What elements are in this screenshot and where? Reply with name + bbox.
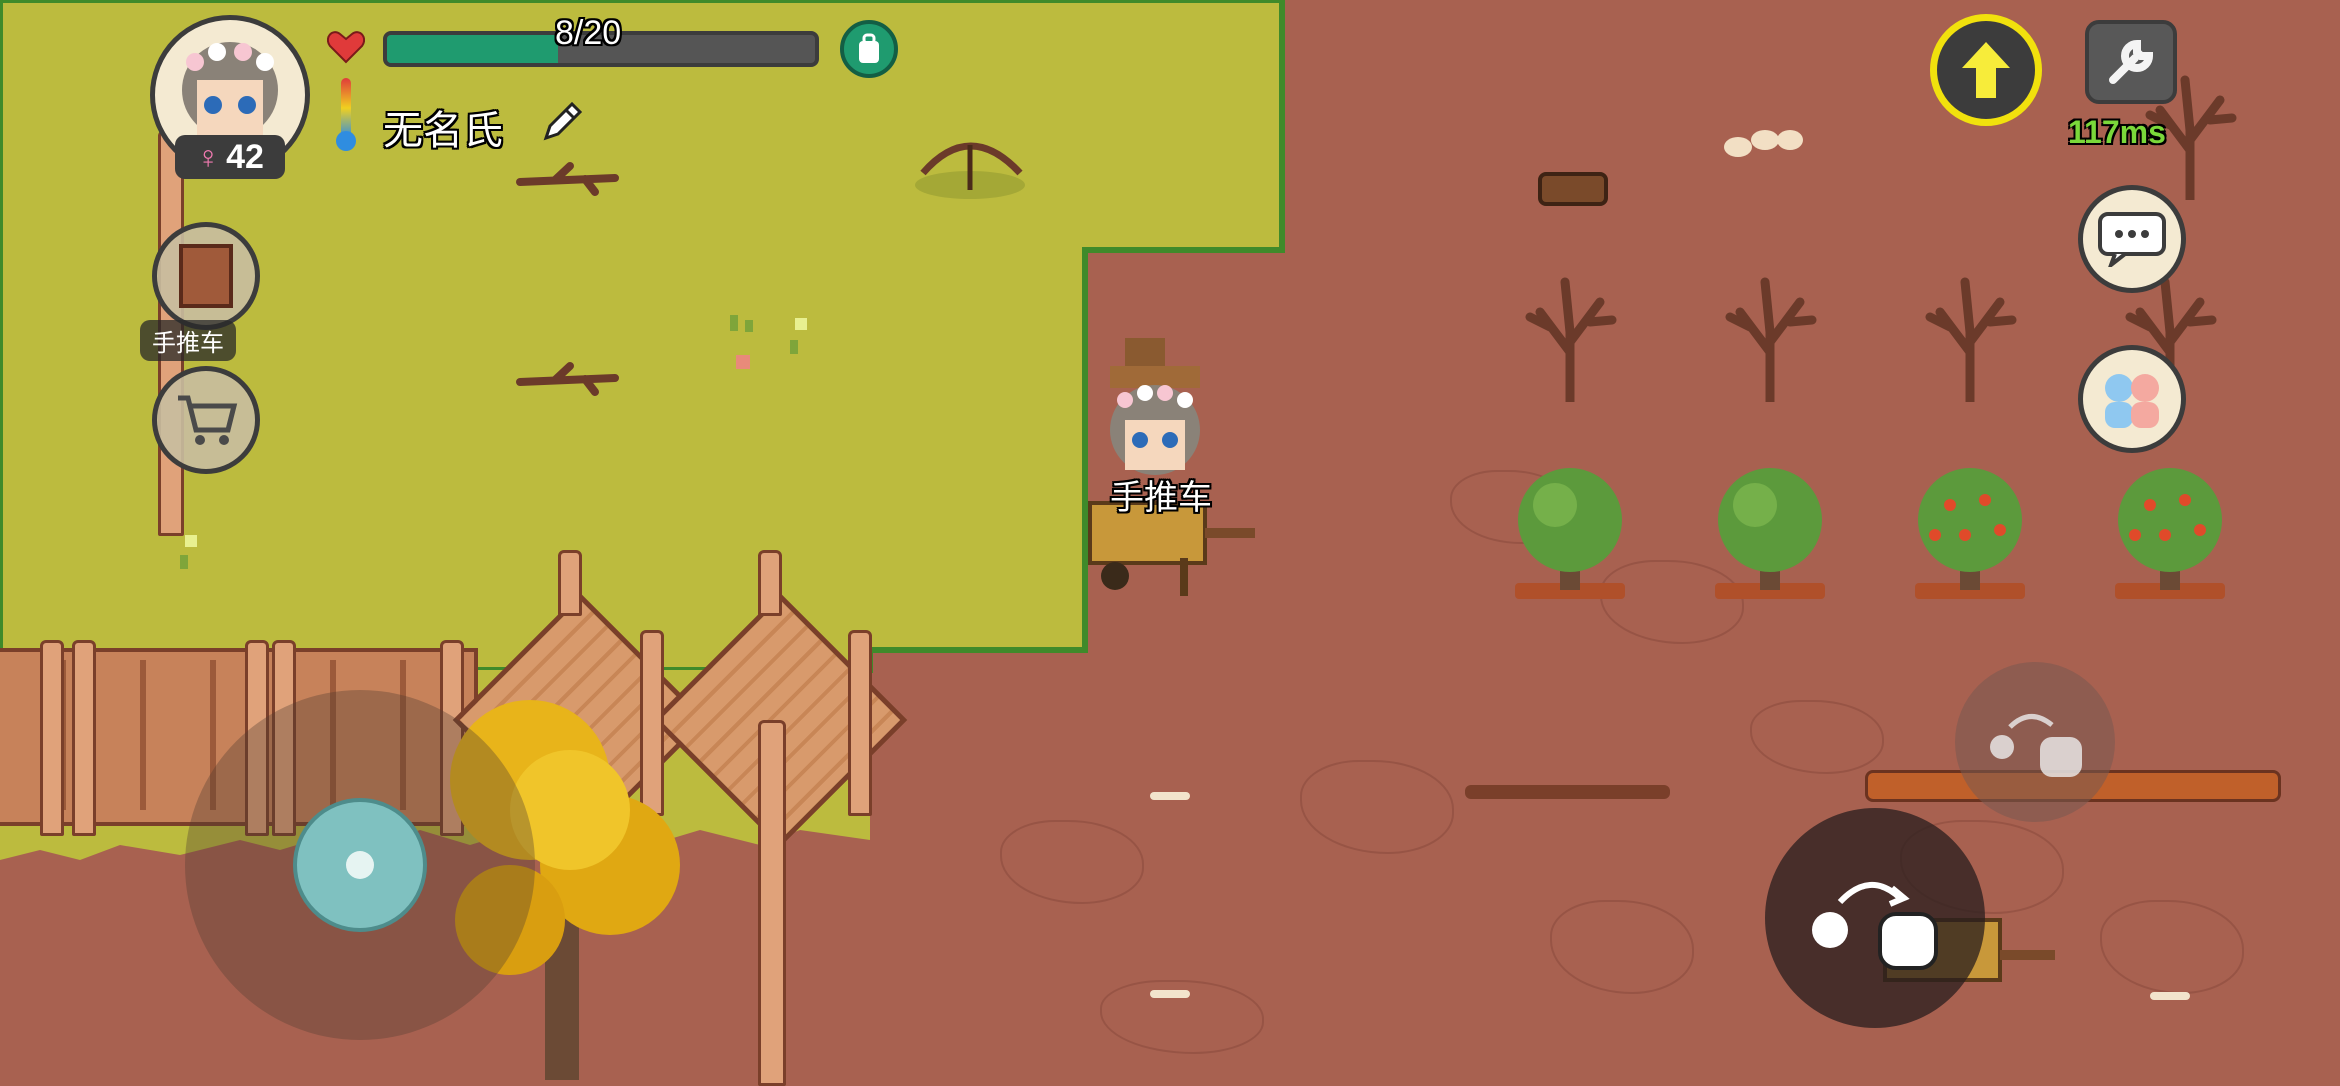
fence-post	[848, 630, 872, 816]
fence-post	[558, 550, 582, 616]
throw-action-button-secondary[interactable]	[1955, 662, 2115, 822]
pencil-icon[interactable]	[540, 98, 586, 144]
fence-post	[72, 640, 96, 836]
joystick-knob[interactable]	[293, 798, 427, 932]
fence-post	[758, 550, 782, 616]
bone-item[interactable]	[1150, 990, 1190, 998]
held-item-slot[interactable]	[152, 222, 260, 330]
player-name: 无名氏	[383, 109, 503, 153]
round-stones[interactable]	[1720, 122, 1810, 162]
bow-item[interactable]	[915, 125, 1030, 200]
health-bar-fill	[387, 35, 559, 63]
joystick-center-dot	[346, 851, 374, 879]
age-badge: ♀ 42	[175, 135, 285, 179]
player-age: 42	[226, 137, 264, 176]
fruit-tree[interactable]	[1905, 465, 2035, 605]
green-bush-tree[interactable]	[1705, 465, 1835, 605]
player-overhead-label: 手推车	[1110, 479, 1212, 517]
wooden-log[interactable]	[1538, 172, 1608, 206]
chat-button[interactable]	[2078, 185, 2186, 293]
green-bush-tree[interactable]	[1505, 465, 1635, 605]
upgrade-button[interactable]	[1930, 14, 2042, 126]
throw-action-button[interactable]	[1765, 808, 1985, 1028]
tree-branch[interactable]	[515, 160, 625, 200]
settings-button[interactable]	[2085, 20, 2177, 104]
wrench-icon	[2109, 39, 2154, 84]
friends-button[interactable]	[2078, 345, 2186, 453]
dead-tree[interactable]	[1720, 272, 1820, 402]
ping-text: 117ms	[2068, 114, 2166, 150]
sign-board-icon	[179, 244, 233, 308]
backpack-button[interactable]	[840, 20, 898, 78]
throw-hand-icon	[1990, 714, 2082, 777]
heart-icon	[327, 31, 365, 64]
health-text: 8/20	[555, 14, 622, 52]
bone-item[interactable]	[1150, 792, 1190, 800]
tilled-soil-row[interactable]	[1465, 785, 1670, 799]
player-character[interactable]	[1100, 375, 1210, 485]
thermometer-icon	[336, 78, 356, 151]
movement-joystick[interactable]	[185, 690, 535, 1040]
bone-item[interactable]	[2150, 992, 2190, 1000]
speech-bubble-icon	[2098, 212, 2166, 267]
dead-tree[interactable]	[1920, 272, 2020, 402]
fruit-tree[interactable]	[2105, 465, 2235, 605]
friends-icon	[2105, 374, 2159, 428]
arrow-up-icon	[1962, 42, 2010, 98]
fence-post	[40, 640, 64, 836]
fence-plank	[140, 660, 146, 810]
female-icon: ♀	[196, 138, 221, 175]
throw-hand-icon	[1812, 881, 1938, 970]
dead-tree[interactable]	[1520, 272, 1620, 402]
fence-post	[758, 720, 786, 1086]
tree-branch[interactable]	[515, 360, 625, 400]
shopping-cart-icon	[178, 395, 238, 445]
held-item-label: 手推车	[140, 320, 236, 361]
backpack-icon	[859, 33, 879, 63]
cart-button[interactable]	[152, 366, 260, 474]
